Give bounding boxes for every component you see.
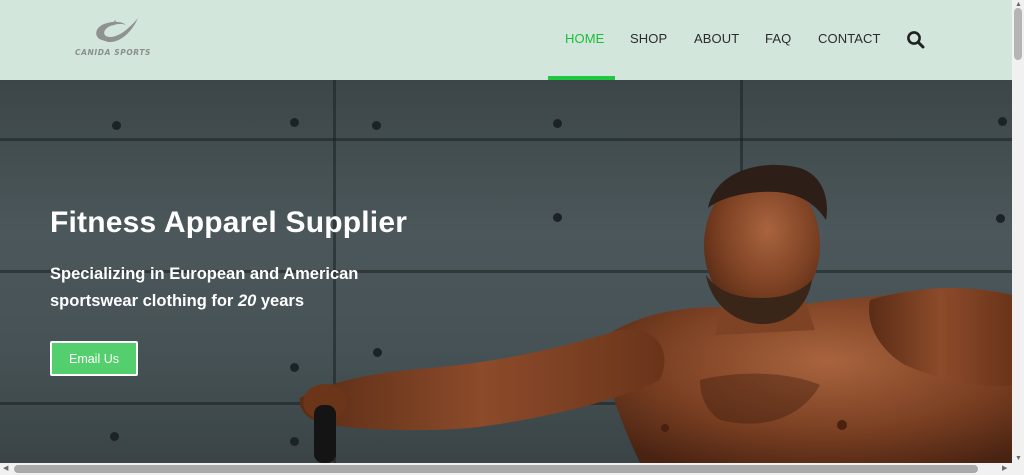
horizontal-scrollbar[interactable]: ◀ ▶: [0, 463, 1012, 475]
email-us-button[interactable]: Email Us: [50, 341, 138, 376]
site-header: CANIDA SPORTS HOME SHOP ABOUT FAQ CONTAC…: [0, 0, 1012, 80]
horizontal-scroll-thumb[interactable]: [14, 465, 978, 473]
nav-item-shop[interactable]: SHOP: [630, 31, 667, 46]
nav-item-contact[interactable]: CONTACT: [818, 31, 881, 46]
hero-subtitle-years: 20: [237, 292, 257, 310]
scrollbar-corner: [1012, 463, 1024, 475]
nav-item-home[interactable]: HOME: [565, 31, 604, 46]
search-icon[interactable]: [906, 30, 926, 50]
nav-item-faq[interactable]: FAQ: [765, 31, 791, 46]
brand-logo[interactable]: CANIDA SPORTS: [72, 16, 162, 62]
swoosh-logo-icon: [96, 18, 138, 43]
vertical-scroll-thumb[interactable]: [1014, 8, 1022, 60]
page: CANIDA SPORTS HOME SHOP ABOUT FAQ CONTAC…: [0, 0, 1012, 463]
hero-subtitle-line1: Specializing in European and American: [50, 265, 359, 283]
hero-subtitle-line2-suffix: years: [256, 292, 305, 310]
scroll-down-icon[interactable]: ▼: [1015, 455, 1022, 462]
brand-logo-text: CANIDA SPORTS: [75, 48, 152, 57]
scroll-right-icon[interactable]: ▶: [1002, 465, 1007, 472]
hero-subtitle: Specializing in European and American sp…: [50, 261, 410, 315]
hero-title: Fitness Apparel Supplier: [50, 206, 408, 239]
scroll-left-icon[interactable]: ◀: [3, 465, 8, 472]
hero-subtitle-line2-prefix: sportswear clothing for: [50, 292, 238, 310]
hero-banner: Fitness Apparel Supplier Specializing in…: [0, 80, 1012, 463]
wall-bolt: [110, 432, 119, 441]
wall-bolt: [112, 121, 121, 130]
nav-item-about[interactable]: ABOUT: [694, 31, 739, 46]
vertical-scrollbar[interactable]: ▲ ▼: [1012, 0, 1024, 463]
scroll-up-icon[interactable]: ▲: [1015, 1, 1022, 8]
